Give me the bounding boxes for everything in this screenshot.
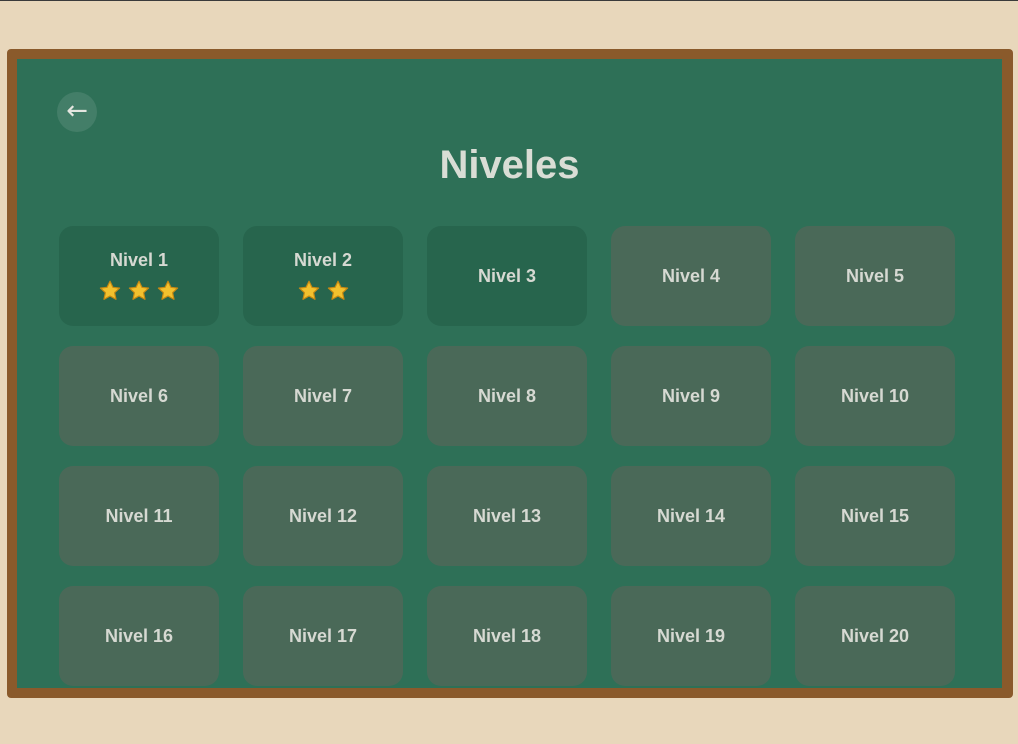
level-label: Nivel 11 bbox=[105, 506, 173, 526]
level-button-10[interactable]: Nivel 10 bbox=[795, 346, 955, 446]
level-label: Nivel 6 bbox=[109, 386, 169, 406]
level-button-2[interactable]: Nivel 2 bbox=[243, 226, 403, 326]
level-label: Nivel 2 bbox=[293, 250, 353, 270]
level-label: Nivel 4 bbox=[661, 266, 721, 286]
level-label: Nivel 14 bbox=[656, 506, 726, 526]
level-stars bbox=[297, 279, 350, 303]
level-label: Nivel 15 bbox=[840, 506, 910, 526]
level-label: Nivel 20 bbox=[840, 626, 910, 646]
level-button-8[interactable]: Nivel 8 bbox=[427, 346, 587, 446]
level-select-screen: ← Niveles Nivel 1 Nivel 2 Nivel 3 Nivel 4 Ni… bbox=[17, 59, 1002, 688]
back-arrow-icon: ← bbox=[66, 96, 88, 126]
level-button-7[interactable]: Nivel 7 bbox=[243, 346, 403, 446]
star-icon bbox=[327, 280, 348, 300]
level-label: Nivel 13 bbox=[472, 506, 542, 526]
level-button-16[interactable]: Nivel 16 bbox=[59, 586, 219, 686]
level-stars bbox=[98, 279, 180, 303]
level-label: Nivel 18 bbox=[472, 626, 542, 646]
level-label: Nivel 7 bbox=[293, 386, 353, 406]
page-title: Niveles bbox=[439, 143, 580, 187]
level-button-15[interactable]: Nivel 15 bbox=[795, 466, 955, 566]
level-button-20[interactable]: Nivel 20 bbox=[795, 586, 955, 686]
level-label: Nivel 10 bbox=[840, 386, 910, 406]
level-button-1[interactable]: Nivel 1 bbox=[59, 226, 219, 326]
level-button-11[interactable]: Nivel 11 bbox=[59, 466, 219, 566]
level-label: Nivel 1 bbox=[109, 250, 169, 270]
star-icon bbox=[128, 280, 150, 300]
level-button-19[interactable]: Nivel 19 bbox=[611, 586, 771, 686]
level-button-18[interactable]: Nivel 18 bbox=[427, 586, 587, 686]
level-label: Nivel 3 bbox=[477, 266, 537, 286]
level-button-3[interactable]: Nivel 3 bbox=[427, 226, 587, 326]
level-label: Nivel 19 bbox=[656, 626, 726, 646]
star-icon bbox=[99, 280, 121, 300]
board-frame: ← Niveles Nivel 1 Nivel 2 Nivel 3 Nivel 4 Ni… bbox=[7, 49, 1013, 698]
level-button-17[interactable]: Nivel 17 bbox=[243, 586, 403, 686]
level-button-4[interactable]: Nivel 4 bbox=[611, 226, 771, 326]
star-icon bbox=[298, 280, 319, 300]
level-label: Nivel 9 bbox=[661, 386, 721, 406]
level-label: Nivel 17 bbox=[288, 626, 358, 646]
level-button-14[interactable]: Nivel 14 bbox=[611, 466, 771, 566]
level-button-9[interactable]: Nivel 9 bbox=[611, 346, 771, 446]
level-grid: Nivel 1 Nivel 2 Nivel 3 Nivel 4 Nivel 5 Nivel… bbox=[59, 226, 957, 686]
level-button-12[interactable]: Nivel 12 bbox=[243, 466, 403, 566]
level-button-13[interactable]: Nivel 13 bbox=[427, 466, 587, 566]
level-button-6[interactable]: Nivel 6 bbox=[59, 346, 219, 446]
level-label: Nivel 8 bbox=[477, 386, 537, 406]
level-label: Nivel 16 bbox=[104, 626, 174, 646]
level-button-5[interactable]: Nivel 5 bbox=[795, 226, 955, 326]
star-icon bbox=[157, 280, 179, 300]
level-label: Nivel 12 bbox=[288, 506, 358, 526]
back-button[interactable]: ← bbox=[57, 92, 97, 132]
level-label: Nivel 5 bbox=[845, 266, 905, 286]
